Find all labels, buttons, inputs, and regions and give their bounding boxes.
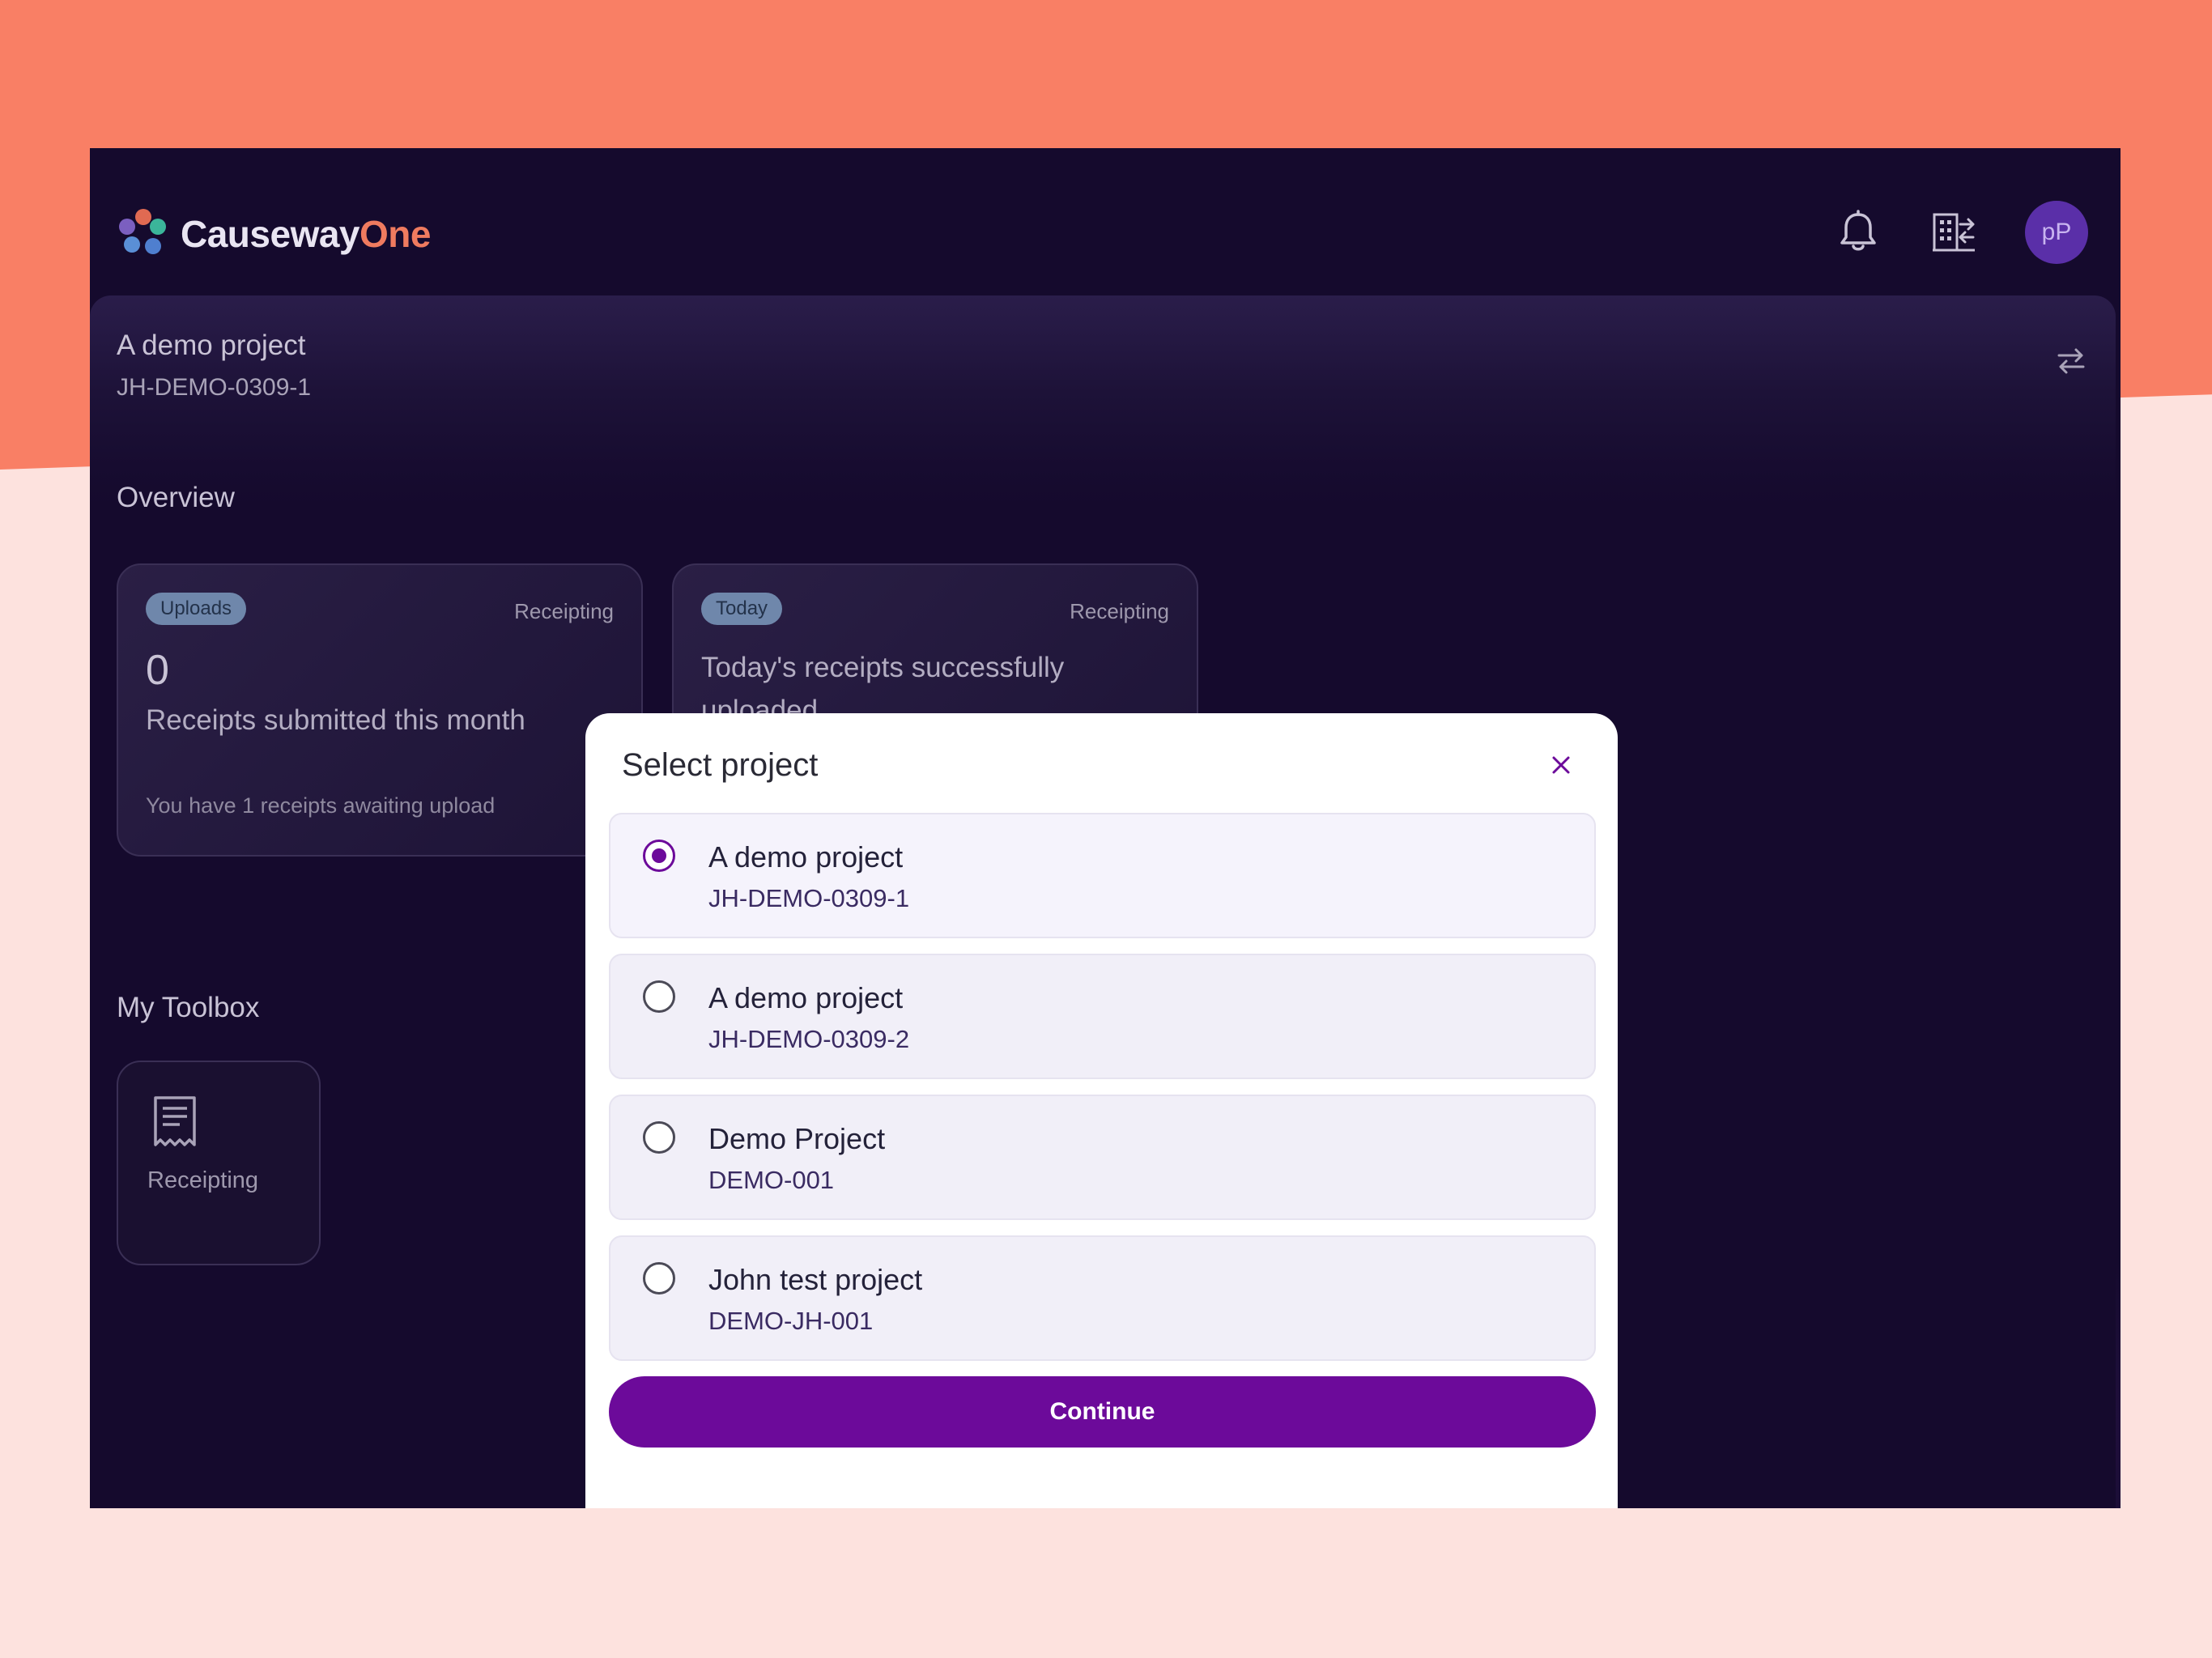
project-option-name: John test project (708, 1263, 923, 1296)
swap-arrows-icon (2057, 348, 2085, 374)
toolbox-item-receipting[interactable]: Receipting (117, 1061, 321, 1265)
card-category: Receipting (514, 599, 614, 623)
card-category: Receipting (1070, 599, 1169, 623)
card-footer-text: You have 1 receipts awaiting upload (146, 793, 496, 818)
select-project-modal: Select project A demo project JH-DEMO-03… (585, 713, 1618, 1508)
receipt-icon (152, 1095, 198, 1154)
project-option-name: A demo project (708, 840, 904, 874)
project-option-code: DEMO-JH-001 (708, 1307, 874, 1335)
modal-title: Select project (622, 747, 819, 783)
logo-word-causeway: Causeway (181, 213, 360, 255)
app-logo: Causeway One (117, 209, 431, 259)
logo-word-one: One (359, 213, 431, 255)
close-button[interactable] (1545, 749, 1577, 781)
card-badge: Uploads (146, 593, 247, 625)
receipts-count: 0 (146, 647, 169, 694)
notifications-button[interactable] (1834, 208, 1882, 257)
building-switch-icon (1933, 213, 1975, 252)
project-option[interactable]: A demo project JH-DEMO-0309-2 (609, 954, 1596, 1079)
overview-heading: Overview (117, 482, 235, 513)
close-icon (1552, 756, 1570, 774)
current-project-name: A demo project (117, 329, 306, 361)
logo-mark-icon (117, 209, 169, 259)
project-options-list: A demo project JH-DEMO-0309-1 A demo pro… (609, 813, 1596, 1376)
project-option-code: JH-DEMO-0309-2 (708, 1025, 910, 1053)
overview-card-uploads[interactable]: Uploads Receipting 0 Receipts submitted … (117, 563, 643, 857)
current-project-code: JH-DEMO-0309-1 (117, 374, 312, 401)
project-option-code: DEMO-001 (708, 1166, 835, 1194)
header-actions: pP (1834, 201, 2088, 264)
project-option-name: Demo Project (708, 1122, 886, 1155)
radio-button-selected[interactable] (643, 840, 675, 872)
project-option[interactable]: A demo project JH-DEMO-0309-1 (609, 813, 1596, 938)
project-option[interactable]: John test project DEMO-JH-001 (609, 1235, 1596, 1361)
radio-button[interactable] (643, 980, 675, 1013)
user-avatar[interactable]: pP (2025, 201, 2088, 264)
project-option-name: A demo project (708, 981, 904, 1014)
toolbox-heading: My Toolbox (117, 992, 260, 1023)
project-option-code: JH-DEMO-0309-1 (708, 884, 910, 912)
radio-button[interactable] (643, 1121, 675, 1154)
toolbox-item-label: Receipting (147, 1167, 259, 1193)
switch-project-button[interactable] (2056, 346, 2087, 380)
continue-button[interactable]: Continue (609, 1376, 1596, 1448)
project-option[interactable]: Demo Project DEMO-001 (609, 1095, 1596, 1220)
bell-icon (1840, 210, 1876, 251)
card-label: Receipts submitted this month (146, 704, 525, 736)
card-badge: Today (701, 593, 783, 625)
switch-building-button[interactable] (1929, 208, 1978, 257)
logo-wordmark: Causeway One (181, 212, 431, 256)
radio-button[interactable] (643, 1262, 675, 1295)
